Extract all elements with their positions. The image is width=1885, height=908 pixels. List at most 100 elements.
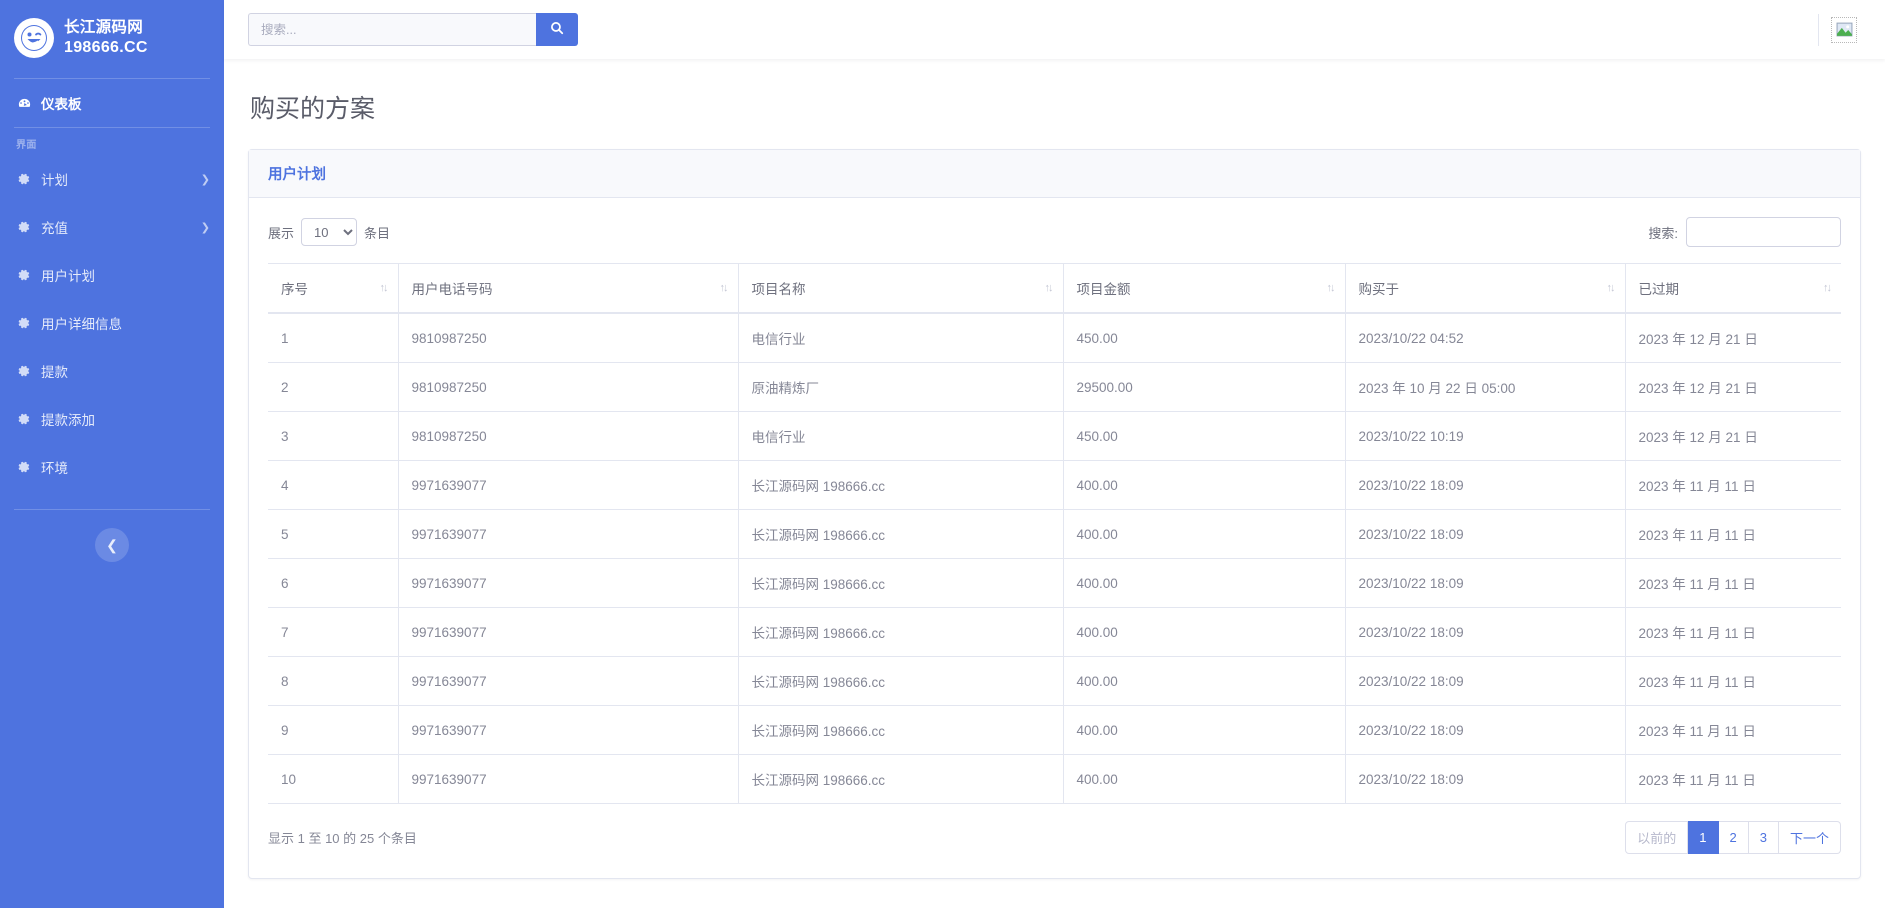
cell-purchased-at: 2023/10/22 18:09 (1344, 754, 1625, 804)
sidebar-item-user-details[interactable]: 用户详细信息 (0, 299, 224, 347)
cell-purchased-at: 2023 年 10 月 22 日 05:00 (1344, 362, 1625, 412)
column-header-phone[interactable]: 用户电话号码 ↑↓ (397, 263, 738, 314)
table-row[interactable]: 7 9971639077 长江源码网 198666.cc 400.00 2023… (268, 607, 1841, 657)
sidebar-item-user-plans[interactable]: 用户计划 (0, 251, 224, 299)
gear-icon (16, 171, 32, 187)
sidebar-item-label: 充值 (41, 221, 68, 236)
cell-purchased-at: 2023/10/22 18:09 (1344, 460, 1625, 510)
table-row[interactable]: 4 9971639077 长江源码网 198666.cc 400.00 2023… (268, 460, 1841, 510)
column-header-project-name[interactable]: 项目名称 ↑↓ (737, 263, 1063, 314)
cell-project-name: 电信行业 (737, 313, 1063, 363)
tachometer-icon (16, 95, 32, 111)
table-row[interactable]: 3 9810987250 电信行业 450.00 2023/10/22 10:1… (268, 411, 1841, 461)
cell-amount: 450.00 (1062, 313, 1345, 363)
pagination-page-3[interactable]: 3 (1748, 821, 1779, 854)
cell-phone: 9971639077 (397, 460, 738, 510)
column-label: 项目名称 (751, 282, 806, 297)
cell-index: 8 (268, 656, 398, 706)
cell-index: 2 (268, 362, 398, 412)
table-row[interactable]: 1 9810987250 电信行业 450.00 2023/10/22 04:5… (268, 313, 1841, 363)
column-label: 序号 (281, 282, 308, 297)
pagination-next[interactable]: 下一个 (1778, 821, 1841, 854)
column-header-expired[interactable]: 已过期 ↑↓ (1624, 263, 1841, 314)
cell-phone: 9971639077 (397, 509, 738, 559)
content-wrapper: 购买的方案 用户计划 展示 102550100 条目 (224, 0, 1885, 908)
cell-phone: 9971639077 (397, 754, 738, 804)
cell-expired: 2023 年 11 月 11 日 (1624, 509, 1841, 559)
table-row[interactable]: 5 9971639077 长江源码网 198666.cc 400.00 2023… (268, 509, 1841, 559)
sidebar-item-dashboard[interactable]: 仪表板 (0, 79, 224, 127)
column-header-purchased-at[interactable]: 购买于 ↑↓ (1344, 263, 1625, 314)
cell-project-name: 长江源码网 198666.cc (737, 460, 1063, 510)
sidebar-collapse-wrap: ❮ (0, 510, 224, 562)
page-length-label-before: 展示 (268, 225, 295, 241)
chevron-right-icon: ❯ (200, 173, 210, 186)
sort-updown-icon: ↑↓ (379, 282, 389, 294)
cell-project-name: 长江源码网 198666.cc (737, 754, 1063, 804)
user-plans-card: 用户计划 展示 102550100 条目 搜索: (248, 149, 1861, 879)
broken-image-icon[interactable] (1831, 16, 1857, 43)
page-length-select[interactable]: 102550100 (301, 218, 358, 246)
pagination-previous[interactable]: 以前的 (1625, 821, 1689, 854)
cell-purchased-at: 2023/10/22 18:09 (1344, 656, 1625, 706)
cell-amount: 400.00 (1062, 656, 1345, 706)
cell-index: 5 (268, 509, 398, 559)
page-length-label-after: 条目 (364, 225, 391, 241)
cell-project-name: 电信行业 (737, 411, 1063, 461)
cell-amount: 400.00 (1062, 460, 1345, 510)
cell-amount: 400.00 (1062, 754, 1345, 804)
brand-logo-link[interactable]: 长江源码网 198666.CC (0, 0, 224, 78)
cell-index: 9 (268, 705, 398, 755)
table-row[interactable]: 2 9810987250 原油精炼厂 29500.00 2023 年 10 月 … (268, 362, 1841, 412)
table-head: 序号 ↑↓ 用户电话号码 ↑↓ 项目名称 ↑↓ 项目金额 ↑↓ 购买于 ↑↓ 已… (268, 263, 1841, 314)
pagination: 以前的 1 2 3 下一个 (1625, 821, 1841, 854)
table-header-row: 序号 ↑↓ 用户电话号码 ↑↓ 项目名称 ↑↓ 项目金额 ↑↓ 购买于 ↑↓ 已… (268, 263, 1841, 314)
sidebar-item-recharge[interactable]: 充值 ❯ (0, 203, 224, 251)
card-title: 用户计划 (268, 167, 326, 183)
cell-index: 6 (268, 558, 398, 608)
cell-phone: 9971639077 (397, 558, 738, 608)
sidebar-item-withdraw-add[interactable]: 提款添加 (0, 395, 224, 443)
cell-phone: 9810987250 (397, 362, 738, 412)
topbar (224, 0, 1885, 59)
cell-project-name: 原油精炼厂 (737, 362, 1063, 412)
sidebar-item-plans[interactable]: 计划 ❯ (0, 155, 224, 203)
sidebar-item-label: 用户详细信息 (41, 317, 122, 332)
sidebar-item-withdraw[interactable]: 提款 (0, 347, 224, 395)
search-button[interactable] (536, 13, 578, 46)
sidebar-item-label: 环境 (41, 461, 68, 476)
chevron-left-icon: ❮ (106, 537, 118, 553)
cell-project-name: 长江源码网 198666.cc (737, 607, 1063, 657)
table-row[interactable]: 8 9971639077 长江源码网 198666.cc 400.00 2023… (268, 656, 1841, 706)
cell-index: 7 (268, 607, 398, 657)
cell-project-name: 长江源码网 198666.cc (737, 558, 1063, 608)
table-row[interactable]: 9 9971639077 长江源码网 198666.cc 400.00 2023… (268, 705, 1841, 755)
table-row[interactable]: 6 9971639077 长江源码网 198666.cc 400.00 2023… (268, 558, 1841, 608)
cell-expired: 2023 年 12 月 21 日 (1624, 411, 1841, 461)
pagination-page-2[interactable]: 2 (1718, 821, 1749, 854)
column-header-amount[interactable]: 项目金额 ↑↓ (1062, 263, 1345, 314)
sidebar-toggle-button[interactable]: ❮ (95, 528, 129, 562)
table-row[interactable]: 10 9971639077 长江源码网 198666.cc 400.00 202… (268, 754, 1841, 804)
cell-purchased-at: 2023/10/22 18:09 (1344, 509, 1625, 559)
pagination-page-1[interactable]: 1 (1688, 821, 1719, 854)
sort-updown-icon: ↑↓ (1823, 282, 1832, 294)
sort-updown-icon: ↑↓ (1044, 282, 1054, 294)
wink-face-icon (14, 18, 54, 58)
cell-expired: 2023 年 11 月 11 日 (1624, 607, 1841, 657)
sidebar-heading-interface: 界面 (16, 140, 37, 151)
sort-updown-icon: ↑↓ (719, 282, 729, 294)
app-root: 长江源码网 198666.CC 仪表板 界面 计划 ❯ 充值 ❯ 用户计划 用户… (0, 0, 1885, 908)
cell-amount: 400.00 (1062, 607, 1345, 657)
gear-icon (16, 219, 32, 235)
sort-updown-icon: ↑↓ (1326, 282, 1336, 294)
column-label: 项目金额 (1076, 282, 1131, 297)
cell-index: 3 (268, 411, 398, 461)
sidebar-item-environment[interactable]: 环境 (0, 443, 224, 491)
card-body: 展示 102550100 条目 搜索: (249, 198, 1860, 878)
cell-project-name: 长江源码网 198666.cc (737, 656, 1063, 706)
cell-phone: 9810987250 (397, 411, 738, 461)
search-input[interactable] (248, 13, 536, 46)
table-search-input[interactable] (1686, 217, 1841, 247)
column-header-index[interactable]: 序号 ↑↓ (268, 263, 398, 314)
